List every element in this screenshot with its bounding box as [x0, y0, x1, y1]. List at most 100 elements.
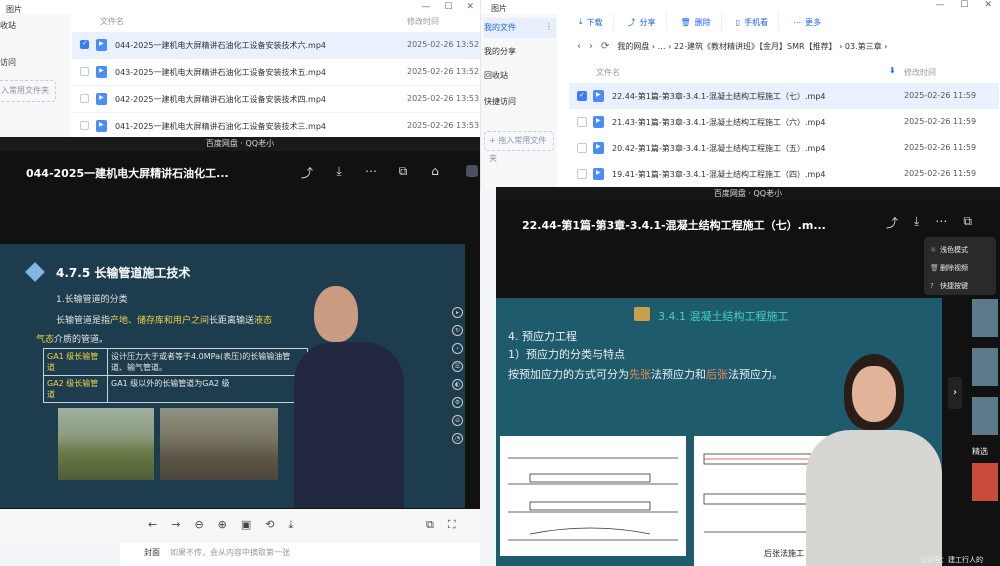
share-icon[interactable]: ⤴	[300, 164, 314, 181]
playlist-thumbnail[interactable]	[972, 397, 998, 435]
sidebar-item-quick-access[interactable]: 访问	[0, 57, 16, 68]
pin-icon[interactable]: ⌂	[428, 164, 442, 181]
sort-arrow-icon[interactable]: ⬇	[889, 66, 896, 75]
playlist-thumbnail[interactable]	[972, 348, 998, 386]
file-name: 041-2025一建机电大屏精讲石油化工设备安装技术三.mp4	[115, 122, 327, 131]
sidebar-item-my-share[interactable]: 我的分享	[484, 46, 516, 57]
close-icon[interactable]: ✕	[984, 0, 992, 10]
add-favorite-folder-button[interactable]: + 拖入常用文件夹	[484, 131, 554, 163]
column-name[interactable]: 文件名	[100, 16, 124, 27]
zoom-out-icon[interactable]: ⊖	[194, 518, 203, 532]
row-checkbox[interactable]	[80, 67, 89, 76]
add-favorite-folder-button[interactable]: 入常用文件夹	[0, 80, 56, 102]
play-icon[interactable]: ▸	[452, 307, 463, 318]
menu-item-label: 浅色模式	[940, 246, 968, 254]
forward-icon[interactable]: ›	[589, 41, 593, 52]
menu-item-shortcuts[interactable]: ? 快捷按键	[924, 277, 996, 295]
column-date[interactable]: 修改时间	[904, 67, 936, 78]
download-button[interactable]: ⤓ 下载	[569, 13, 614, 31]
playlist-thumbnail[interactable]	[972, 463, 998, 501]
file-date: 2025-02-26 11:59	[904, 91, 977, 100]
file-row[interactable]: 042-2025一建机电大屏精讲石油化工设备安装技术四.mp4 2025-02-…	[72, 86, 480, 113]
share-button[interactable]: ⤴ 分享	[618, 13, 667, 31]
file-row[interactable]: 20.42-第1篇-第3章-3.4.1-混凝土结构工程施工（五）.mp4 202…	[569, 135, 999, 161]
sidebar-item-quick-access[interactable]: 快捷访问	[484, 96, 516, 107]
diagram-caption: 后张法施工	[764, 549, 804, 558]
more-button[interactable]: ⋯ 更多	[783, 13, 831, 31]
speed-icon[interactable]: ◔	[452, 433, 463, 444]
row-checkbox[interactable]	[577, 91, 587, 101]
zoom-out-icon[interactable]: ⊖	[452, 415, 463, 426]
more-icon[interactable]: ⋯	[935, 214, 947, 231]
sidebar-item-recycle[interactable]: 收站	[0, 20, 16, 31]
video-frame[interactable]: 4.7.5 长输管道施工技术 1.长输管道的分类 长输管道是指产地、储存库和用户…	[0, 244, 465, 508]
next-video-button[interactable]: ›	[948, 377, 962, 409]
row-checkbox[interactable]	[80, 94, 89, 103]
settings-icon[interactable]: ⚙	[452, 397, 463, 408]
file-row[interactable]: 044-2025一建机电大屏精讲石油化工设备安装技术六.mp4 2025-02-…	[72, 32, 480, 59]
lecturer-body	[294, 342, 404, 508]
file-row[interactable]: 043-2025一建机电大屏精讲石油化工设备安装技术五.mp4 2025-02-…	[72, 59, 480, 86]
playlist-thumbnails: 精选	[972, 299, 1000, 512]
file-row[interactable]: 041-2025一建机电大屏精讲石油化工设备安装技术三.mp4 2025-02-…	[72, 113, 480, 140]
row-checkbox[interactable]	[577, 117, 587, 127]
slide-logo-icon	[25, 262, 45, 282]
video-file-icon	[96, 93, 107, 105]
fullscreen-icon[interactable]: ⛶	[448, 518, 456, 532]
row-checkbox[interactable]	[80, 121, 89, 130]
file-row[interactable]: 19.41-第1篇-第3章-3.4.1-混凝土结构工程施工（四）.mp4 202…	[569, 161, 999, 187]
file-row[interactable]: 22.44-第1篇-第3章-3.4.1-混凝土结构工程施工（七）.mp4 202…	[569, 83, 999, 109]
fit-screen-icon[interactable]: ▣	[241, 518, 251, 532]
pip-icon[interactable]: ⧉	[963, 214, 972, 231]
pip-icon[interactable]: ⧉	[396, 164, 410, 181]
more-icon[interactable]: ⋯	[364, 164, 378, 181]
phone-view-button[interactable]: ▯ 手机看	[726, 13, 780, 31]
row-checkbox[interactable]	[577, 169, 587, 179]
row-checkbox[interactable]	[577, 143, 587, 153]
arrow-left-icon[interactable]: ←	[148, 518, 157, 532]
refresh-icon[interactable]: ⟳	[601, 41, 609, 52]
delete-button[interactable]: 🗑 删除	[671, 13, 722, 31]
minimize-icon[interactable]: —	[935, 0, 944, 10]
copy-icon[interactable]: ⧉	[426, 518, 434, 532]
file-date: 2025-02-26 13:52	[407, 67, 480, 76]
file-date: 2025-02-26 11:59	[904, 169, 977, 178]
column-name[interactable]: 文件名	[596, 67, 620, 78]
column-date[interactable]: 修改时间	[407, 16, 439, 27]
close-icon[interactable]: ✕	[466, 2, 474, 12]
trash-icon: 🗑	[680, 17, 691, 27]
share-icon[interactable]: ⤴	[886, 214, 898, 231]
download-icon[interactable]: ⤓	[914, 214, 919, 231]
contrast-icon[interactable]: ◐	[452, 379, 463, 390]
arrow-right-icon[interactable]: →	[171, 518, 180, 532]
rotate-icon[interactable]: ⟲	[265, 518, 274, 532]
maximize-icon[interactable]: ☐	[444, 2, 452, 12]
sun-icon: ☼	[930, 246, 937, 254]
sidebar-item-recycle[interactable]: 回收站	[484, 70, 508, 81]
zoom-in-icon[interactable]: ⊕	[218, 518, 227, 532]
back-icon[interactable]: ‹	[577, 41, 581, 52]
breadcrumb-path[interactable]: 我的网盘 › … › 22-建筑《教材精讲班》【金月】SMR【推荐】 › 03.…	[617, 41, 887, 52]
cover-hint[interactable]: 如果不传，会从内容中摘取第一张	[170, 547, 290, 558]
maximize-icon[interactable]: ☐	[960, 0, 968, 10]
list-icon[interactable]: ☰	[452, 361, 463, 372]
menu-item-delete-video[interactable]: 🗑删除视频	[924, 259, 996, 277]
playlist-thumbnail[interactable]	[972, 299, 998, 337]
more-label: 更多	[805, 17, 822, 27]
video-frame[interactable]: 3.4.1 混凝土结构工程施工 4. 预应力工程 1）预应力的分类与特点 按预加…	[496, 298, 942, 566]
minimize-icon[interactable]: —	[421, 2, 430, 12]
download-icon[interactable]: ⤓	[332, 164, 346, 181]
next-icon[interactable]: ›	[452, 343, 463, 354]
slide-text: 法预应力和	[651, 368, 706, 381]
row-checkbox[interactable]	[80, 39, 89, 49]
more-icon[interactable]: ⋮	[545, 22, 553, 31]
slide-text: 法预应力。	[728, 368, 783, 381]
menu-item-light-mode[interactable]: ☼ 浅色模式	[924, 241, 996, 259]
rotate-icon[interactable]: ↻	[452, 325, 463, 336]
download-icon[interactable]: ⤓	[289, 518, 294, 532]
more-menu: ☼ 浅色模式 🗑删除视频 ? 快捷按键	[924, 237, 996, 295]
table-cell: 设计压力大于或者等于4.0MPa(表压)的长输输油管道、输气管道。	[107, 348, 308, 376]
player-bottom-bar: ← → ⊖ ⊕ ▣ ⟲ ⤓ ⧉ ⛶	[0, 509, 480, 543]
file-list: 文件名 ⬇ 修改时间 22.44-第1篇-第3章-3.4.1-混凝土结构工程施工…	[569, 62, 999, 187]
file-row[interactable]: 21.43-第1篇-第3章-3.4.1-混凝土结构工程施工（六）.mp4 202…	[569, 109, 999, 135]
